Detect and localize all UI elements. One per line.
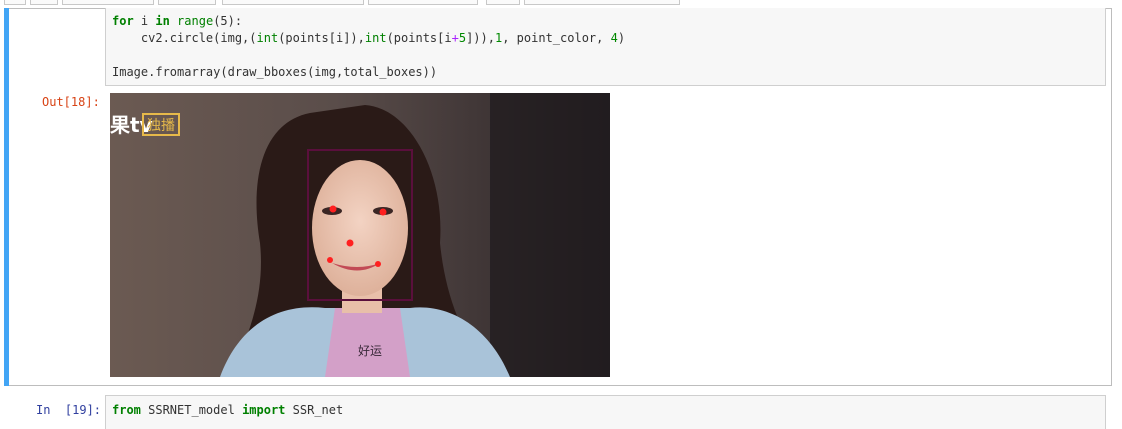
toolbar-button[interactable]: [368, 0, 478, 5]
keyword-in: in: [155, 14, 170, 28]
next-code-line-1: from SSRNET_model import SSR_net: [112, 403, 344, 417]
output-prompt: Out[18]:: [42, 95, 100, 109]
toolbar-button[interactable]: [222, 0, 364, 5]
toolbar-button[interactable]: [158, 0, 216, 5]
toolbar-button[interactable]: [486, 0, 520, 5]
landmark-mouth-right: [375, 261, 381, 267]
toolbar-button[interactable]: [30, 0, 58, 5]
toolbar-button[interactable]: [62, 0, 154, 5]
dark-background-right: [490, 93, 610, 377]
face: [312, 160, 408, 296]
face-detection-image: 好运 果tv 独播: [110, 93, 610, 377]
shirt: [325, 308, 410, 377]
input-prompt: In [19]:: [36, 403, 102, 417]
cell-type-select[interactable]: [524, 0, 680, 5]
next-code-input-area[interactable]: from SSRNET_model import SSR_net: [105, 395, 1106, 429]
landmark-mouth-left: [327, 257, 333, 263]
keyword-import: import: [242, 403, 286, 417]
toolbar-button[interactable]: [4, 0, 26, 5]
output-image: 好运 果tv 独播: [110, 93, 610, 377]
notebook-toolbar: [0, 0, 1122, 8]
landmark-nose: [346, 239, 354, 247]
landmark-left-eye: [329, 205, 337, 213]
cell-selection-indicator: [4, 8, 9, 386]
landmark-right-eye: [379, 208, 387, 216]
code-input-area[interactable]: for i in range(5): cv2.circle(img,(int(p…: [105, 8, 1106, 86]
badge-text: 独播: [147, 118, 175, 134]
code-line-4: Image.fromarray(draw_bboxes(img,total_bo…: [112, 65, 438, 79]
keyword-from: from: [112, 403, 141, 417]
code-line-1: for i in range(5):: [112, 14, 243, 28]
shirt-text: 好运: [358, 344, 382, 358]
code-line-2: cv2.circle(img,(int(points[i]),int(point…: [112, 31, 626, 45]
keyword-for: for: [112, 14, 134, 28]
